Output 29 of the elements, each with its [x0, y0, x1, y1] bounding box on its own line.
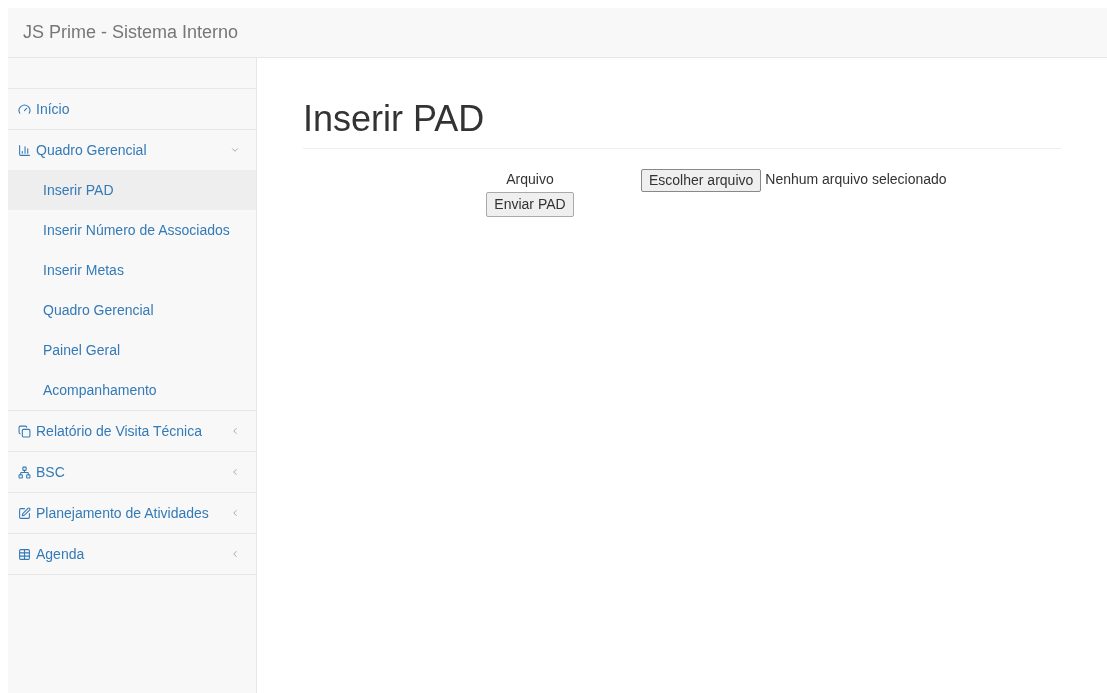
submenu-item[interactable]: Inserir PAD — [8, 170, 256, 210]
brand-title[interactable]: JS Prime - Sistema Interno — [23, 19, 239, 46]
page-title: Inserir PAD — [303, 99, 1061, 149]
sidebar-item[interactable]: Quadro Gerencial — [8, 130, 256, 170]
submenu-item[interactable]: Inserir Número de Associados — [8, 210, 256, 250]
copy-icon — [18, 424, 31, 438]
sidebar-item[interactable]: Início — [8, 89, 256, 129]
table-icon — [18, 547, 31, 561]
chevron-down-icon — [230, 145, 240, 155]
file-label: Arquivo — [506, 170, 554, 189]
sidebar-item[interactable]: BSC — [8, 452, 256, 492]
submit-button[interactable]: Enviar PAD — [486, 192, 574, 217]
chevron-left-icon — [230, 426, 240, 436]
submenu-item[interactable]: Inserir Metas — [8, 250, 256, 290]
submenu-item[interactable]: Quadro Gerencial — [8, 290, 256, 330]
submenu-item[interactable]: Acompanhamento — [8, 370, 256, 410]
choose-file-button[interactable]: Escolher arquivo — [641, 169, 762, 192]
gauge-icon — [18, 102, 31, 116]
submenu-item[interactable]: Painel Geral — [8, 330, 256, 370]
chevron-left-icon — [230, 467, 240, 477]
file-status: Nenhum arquivo selecionado — [765, 170, 947, 189]
sidebar-item[interactable]: Agenda — [8, 534, 256, 574]
bar-chart-icon — [18, 143, 31, 157]
chevron-left-icon — [230, 508, 240, 518]
edit-icon — [18, 506, 31, 520]
chevron-left-icon — [230, 549, 240, 559]
sidebar-item[interactable]: Planejamento de Atividades — [8, 493, 256, 533]
sidebar-item[interactable]: Relatório de Visita Técnica — [8, 411, 256, 451]
sitemap-icon — [18, 465, 31, 479]
